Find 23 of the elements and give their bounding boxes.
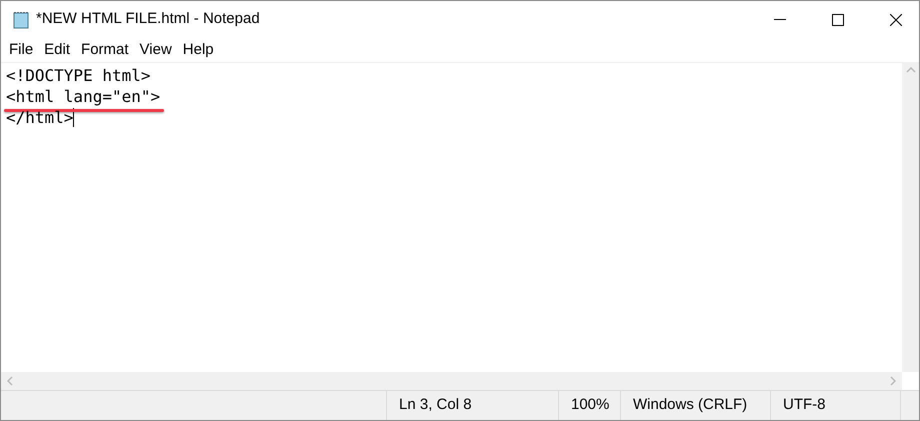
status-text: Windows (CRLF) [633, 395, 748, 416]
scroll-up-icon [906, 67, 916, 73]
status-text: UTF-8 [783, 395, 826, 416]
window-title: *NEW HTML FILE.html - Notepad [36, 9, 260, 30]
status-text: 100% [571, 395, 610, 416]
notepad-icon [12, 10, 30, 28]
scroll-left-icon [7, 376, 13, 386]
menu-item[interactable]: File [4, 38, 38, 62]
menu-item[interactable]: Format [76, 38, 134, 62]
minimize-icon [774, 18, 786, 20]
menu-item[interactable]: Help [178, 38, 219, 62]
menu-item[interactable]: View [134, 38, 177, 62]
close-icon [890, 14, 902, 26]
status-text: Ln 3, Col 8 [399, 395, 472, 416]
menu-item[interactable]: Edit [39, 38, 76, 62]
code-line: <!DOCTYPE html> [6, 65, 150, 86]
scroll-right-icon [890, 376, 896, 386]
code-line: <html lang="en"> [6, 86, 160, 107]
code-line: </html> [6, 107, 74, 128]
maximize-icon [832, 14, 844, 26]
text-editor[interactable]: <!DOCTYPE html> <html lang="en"> </html> [1, 63, 902, 372]
horizontal-scrollbar[interactable] [1, 372, 902, 390]
vertical-scrollbar[interactable] [902, 63, 919, 372]
